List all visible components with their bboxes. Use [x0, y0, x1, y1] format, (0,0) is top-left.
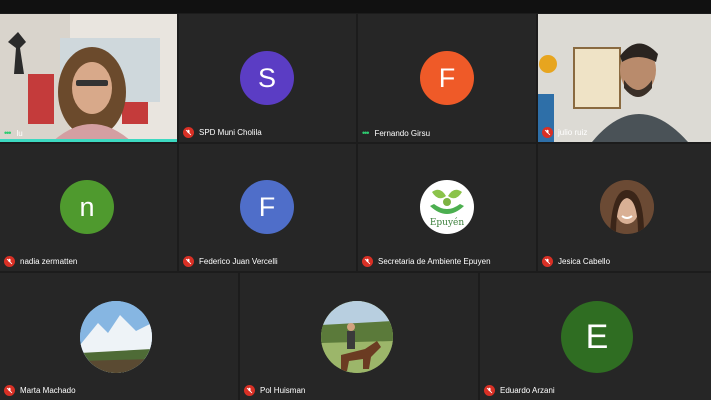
participant-name: lu: [16, 128, 23, 138]
participant-tile-eduardo-arzani[interactable]: E Eduardo Arzani: [480, 273, 711, 400]
participant-label: Eduardo Arzani: [484, 385, 555, 396]
participant-name: Marta Machado: [20, 386, 76, 395]
mic-muted-icon: [244, 385, 255, 396]
person-photo-icon: [600, 180, 654, 234]
participant-name: Secretaria de Ambiente Epuyen: [378, 257, 491, 266]
participant-name: Eduardo Arzani: [500, 386, 555, 395]
participant-tile-nadia-zermatten[interactable]: n nadia zermatten: [0, 144, 177, 271]
participant-name: Federico Juan Vercelli: [199, 257, 278, 266]
avatar: F: [420, 51, 474, 105]
mic-muted-icon: [4, 385, 15, 396]
avatar-photo: [600, 180, 654, 234]
mic-muted-icon: [183, 127, 194, 138]
participant-video: [538, 14, 711, 142]
participant-tile-jesica-cabello[interactable]: Jesica Cabello: [538, 144, 711, 271]
avatar: F: [240, 180, 294, 234]
participant-name: SPD Muni Cholila: [199, 128, 262, 137]
mic-muted-icon: [4, 256, 15, 267]
horse-rider-photo-icon: [321, 301, 393, 373]
participant-label: nadia zermatten: [4, 256, 77, 267]
participant-tile-lu[interactable]: ••• lu: [0, 14, 177, 142]
participant-tile-fernando-girsu[interactable]: F ••• Fernando Girsu: [358, 14, 536, 142]
avatar-photo: [321, 301, 393, 373]
participant-label: SPD Muni Cholila: [183, 127, 262, 138]
participant-tile-secretaria-ambiente-epuyen[interactable]: Epuyén Secretaria de Ambiente Epuyen: [358, 144, 536, 271]
audio-active-icon: •••: [362, 128, 370, 138]
participant-name: nadia zermatten: [20, 257, 78, 266]
participant-video: [0, 14, 177, 142]
participant-name: Pol Huisman: [260, 386, 306, 395]
participant-label: julio ruiz: [542, 127, 587, 138]
participant-tile-julio-ruiz[interactable]: julio ruiz: [538, 14, 711, 142]
avatar-photo: [80, 301, 152, 373]
avatar: S: [240, 51, 294, 105]
participant-label: ••• Fernando Girsu: [362, 128, 430, 138]
participant-label: ••• lu: [4, 128, 23, 138]
window-top-bar: [0, 0, 711, 13]
participant-tile-pol-huisman[interactable]: Pol Huisman: [240, 273, 478, 400]
active-speaker-border: [0, 139, 177, 142]
participant-tile-marta-machado[interactable]: Marta Machado: [0, 273, 238, 400]
avatar: n: [60, 180, 114, 234]
participant-label: Secretaria de Ambiente Epuyen: [362, 256, 491, 267]
audio-active-icon: •••: [4, 128, 12, 138]
mic-muted-icon: [484, 385, 495, 396]
mic-muted-icon: [362, 256, 373, 267]
participant-name: Fernando Girsu: [374, 128, 431, 138]
participant-tile-federico-juan-vercelli[interactable]: F Federico Juan Vercelli: [179, 144, 356, 271]
participant-label: Federico Juan Vercelli: [183, 256, 278, 267]
participant-name: julio ruiz: [558, 128, 588, 137]
mic-muted-icon: [183, 256, 194, 267]
mountain-photo-icon: [80, 301, 152, 373]
mic-muted-icon: [542, 127, 553, 138]
epuyen-logo-avatar: Epuyén: [420, 180, 474, 234]
participant-label: Marta Machado: [4, 385, 76, 396]
mic-muted-icon: [542, 256, 553, 267]
participant-label: Jesica Cabello: [542, 256, 610, 267]
avatar: E: [561, 301, 633, 373]
participant-label: Pol Huisman: [244, 385, 305, 396]
participant-tile-spd-muni-cholila[interactable]: S SPD Muni Cholila: [179, 14, 356, 142]
logo-text: Epuyén: [430, 217, 465, 228]
participant-name: Jesica Cabello: [558, 257, 611, 266]
leaf-logo-icon: Epuyén: [430, 189, 465, 228]
